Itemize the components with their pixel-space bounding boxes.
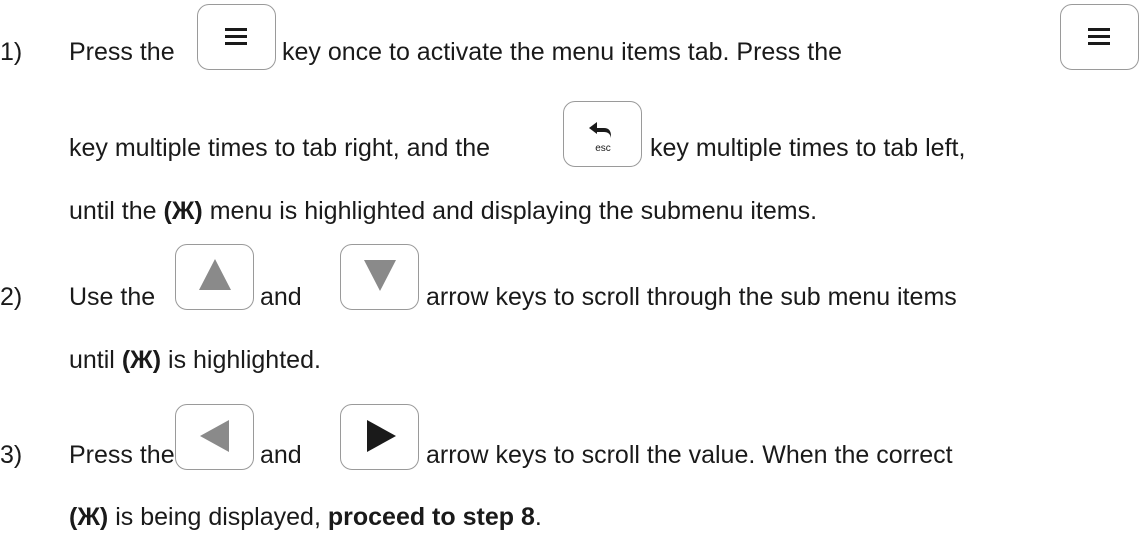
down-key[interactable] xyxy=(340,244,419,310)
left-key[interactable] xyxy=(175,404,254,470)
left-triangle-icon xyxy=(200,420,229,452)
esc-key[interactable]: esc xyxy=(563,101,642,167)
symbol-zh: (Ж) xyxy=(69,503,109,531)
step-2-text-b: and xyxy=(260,283,302,311)
step-3-number: 3) xyxy=(0,441,23,469)
menu-icon xyxy=(225,28,247,45)
step-2-text-e: is highlighted. xyxy=(168,346,321,374)
step-2-text-d: until xyxy=(69,346,115,374)
back-arrow-icon: esc xyxy=(589,122,611,154)
step-1-text-c: key multiple times to tab right, and the xyxy=(69,134,491,162)
up-triangle-icon xyxy=(199,259,231,290)
right-key[interactable] xyxy=(340,404,419,470)
step-1-text-d: key multiple times to tab left, xyxy=(650,134,966,162)
menu-key[interactable] xyxy=(197,4,276,70)
up-key[interactable] xyxy=(175,244,254,310)
esc-label: esc xyxy=(595,143,611,154)
step-2-text-c: arrow keys to scroll through the sub men… xyxy=(426,283,957,311)
proceed-to-step-8: proceed to step 8 xyxy=(327,503,535,531)
step-3-text-b: and xyxy=(260,441,302,469)
step-3-text-a: Press the xyxy=(69,441,175,469)
step-1-text-f: menu is highlighted and displaying the s… xyxy=(209,197,818,225)
step-1-line-3: until the (Ж) menu is highlighted and di… xyxy=(69,196,817,226)
step-3-text-d: is being displayed, xyxy=(115,503,321,531)
step-1-text-b: key once to activate the menu items tab.… xyxy=(282,38,843,66)
step-2-number: 2) xyxy=(0,283,23,311)
step-1-text-a: Press the xyxy=(69,38,175,66)
step-1-number: 1) xyxy=(0,38,23,66)
step-2-line-2: until (Ж) is highlighted. xyxy=(69,345,321,375)
symbol-zh: (Ж) xyxy=(121,346,162,374)
down-triangle-icon xyxy=(364,260,396,291)
step-3-line-2: (Ж) is being displayed, proceed to step … xyxy=(69,502,542,532)
step-2-text-a: Use the xyxy=(69,283,156,311)
step-3-text-c: arrow keys to scroll the value. When the… xyxy=(426,441,953,469)
step-3-period: . xyxy=(534,503,542,531)
menu-icon xyxy=(1088,28,1110,45)
right-triangle-icon xyxy=(367,420,396,452)
symbol-zh: (Ж) xyxy=(163,197,203,225)
step-1-text-e: until the xyxy=(69,197,157,225)
menu-key-2[interactable] xyxy=(1060,4,1139,70)
